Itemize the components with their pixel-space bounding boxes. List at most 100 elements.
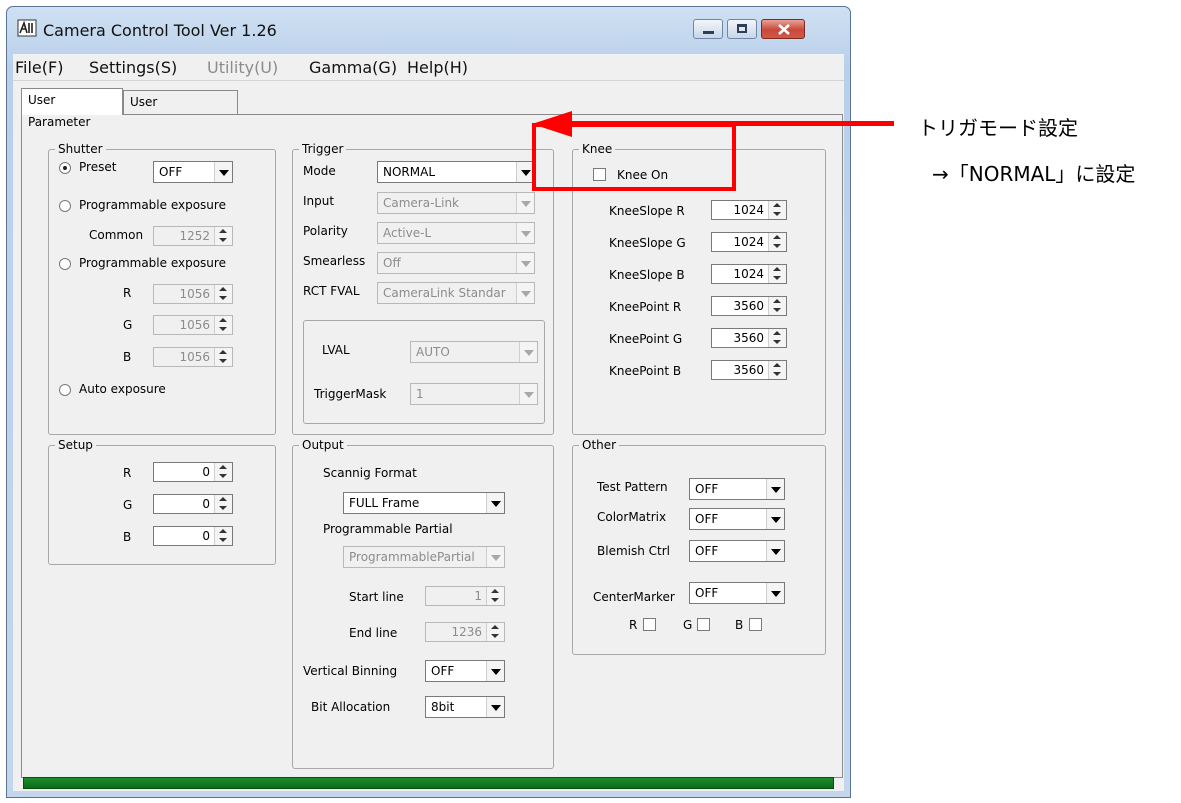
trigger-mode-select[interactable]: NORMAL <box>377 161 535 183</box>
trigger-input-select[interactable]: Camera-Link <box>377 192 535 214</box>
setup-title: Setup <box>55 438 96 452</box>
marker-r-checkbox[interactable] <box>643 618 656 631</box>
lval-label: LVAL <box>322 343 350 357</box>
spinner-arrows-icon <box>768 361 786 379</box>
auto-exposure-label: Auto exposure <box>79 382 166 396</box>
knee-slope-g-spinner[interactable]: 1024 <box>711 232 787 252</box>
test-pattern-value: OFF <box>695 482 719 496</box>
knee-point-g-spinner[interactable]: 3560 <box>711 328 787 348</box>
menu-file[interactable]: File(F) <box>15 58 63 77</box>
maximize-button[interactable] <box>727 19 757 39</box>
spinner-arrows-icon <box>768 233 786 251</box>
smearless-select[interactable]: Off <box>377 252 535 274</box>
chevron-down-icon <box>766 541 784 561</box>
trigger-title: Trigger <box>299 142 347 156</box>
menu-help[interactable]: Help(H) <box>407 58 468 77</box>
knee-slope-b-spinner[interactable]: 1024 <box>711 264 787 284</box>
color-matrix-select[interactable]: OFF <box>689 508 785 530</box>
programmable-exposure-rgb-label: Programmable exposure <box>79 256 226 270</box>
chevron-down-icon <box>486 697 504 717</box>
spinner-arrows-icon <box>214 463 232 481</box>
blemish-ctrl-select[interactable]: OFF <box>689 540 785 562</box>
setup-r-spinner[interactable]: 0 <box>153 462 233 482</box>
common-spinner[interactable]: 1252 <box>153 226 233 246</box>
scan-format-label: Scannig Format <box>323 466 417 480</box>
tab-user-parameter2[interactable]: User Parameter2 <box>123 90 238 131</box>
knee-point-b-spinner[interactable]: 3560 <box>711 360 787 380</box>
spinner-arrows-icon <box>214 495 232 513</box>
input-label: Input <box>303 194 335 208</box>
knee-point-r-spinner[interactable]: 3560 <box>711 296 787 316</box>
marker-g-label: G <box>683 618 693 632</box>
shutter-g-label: G <box>123 318 133 332</box>
marker-b-checkbox[interactable] <box>749 618 762 631</box>
knee-slope-r-spinner[interactable]: 1024 <box>711 200 787 220</box>
programmable-exposure-rgb-radio[interactable] <box>59 258 71 270</box>
auto-exposure-radio[interactable] <box>59 384 71 396</box>
window-title: Camera Control Tool Ver 1.26 <box>43 21 277 40</box>
center-marker-select[interactable]: OFF <box>689 582 785 604</box>
start-line-spinner[interactable]: 1 <box>425 586 505 606</box>
rct-fval-select[interactable]: CameraLink Standar <box>377 282 535 304</box>
close-icon <box>778 24 790 35</box>
preset-select-value: OFF <box>159 165 183 179</box>
marker-g-checkbox[interactable] <box>697 618 710 631</box>
knee-slope-r-label: KneeSlope R <box>609 204 685 218</box>
knee-slope-g-label: KneeSlope G <box>609 236 686 250</box>
spinner-arrows-icon <box>214 316 232 334</box>
trigger-group: Trigger Mode NORMAL Input Camera-Link Po… <box>292 142 554 435</box>
test-pattern-label: Test Pattern <box>597 480 668 494</box>
lval-value: AUTO <box>416 345 450 359</box>
scan-format-select[interactable]: FULL Frame <box>343 492 505 514</box>
vertical-binning-select[interactable]: OFF <box>425 660 505 682</box>
vertical-binning-label: Vertical Binning <box>303 664 398 678</box>
shutter-r-spinner[interactable]: 1056 <box>153 284 233 304</box>
programmable-exposure-radio[interactable] <box>59 200 71 212</box>
bit-allocation-label: Bit Allocation <box>311 700 391 714</box>
trigger-polarity-select[interactable]: Active-L <box>377 222 535 244</box>
chevron-down-icon <box>519 342 537 362</box>
knee-point-g-label: KneePoint G <box>609 332 683 346</box>
programmable-partial-select[interactable]: ProgrammablePartial <box>343 546 505 568</box>
end-line-spinner[interactable]: 1236 <box>425 622 505 642</box>
mode-label: Mode <box>303 164 336 178</box>
lval-subgroup: LVAL AUTO TriggerMask 1 <box>303 320 545 424</box>
setup-b-spinner[interactable]: 0 <box>153 526 233 546</box>
title-bar[interactable]: Camera Control Tool Ver 1.26 <box>7 7 850 53</box>
shutter-b-label: B <box>123 350 132 364</box>
output-group: Output Scannig Format FULL Frame Program… <box>292 438 554 769</box>
spinner-arrows-icon <box>214 285 232 303</box>
trigger-mask-select[interactable]: 1 <box>410 383 538 405</box>
other-title: Other <box>579 438 620 452</box>
preset-radio[interactable] <box>59 162 71 174</box>
preset-label: Preset <box>79 160 117 174</box>
tab-panel: Shutter Preset OFF Programmable exposure… <box>21 114 843 778</box>
menu-utility[interactable]: Utility(U) <box>207 58 278 77</box>
chevron-down-icon <box>214 162 232 182</box>
setup-b-value: 0 <box>202 529 210 543</box>
close-button[interactable] <box>761 19 805 39</box>
blemish-ctrl-label: Blemish Ctrl <box>597 544 670 558</box>
menu-gamma[interactable]: Gamma(G) <box>309 58 397 77</box>
bit-allocation-select[interactable]: 8bit <box>425 696 505 718</box>
center-marker-value: OFF <box>695 586 719 600</box>
app-logo-icon <box>17 19 37 37</box>
marker-r-label: R <box>629 618 638 632</box>
knee-point-g-value: 3560 <box>733 331 764 345</box>
knee-slope-g-value: 1024 <box>733 235 764 249</box>
setup-g-value: 0 <box>202 497 210 511</box>
shutter-g-spinner[interactable]: 1056 <box>153 315 233 335</box>
end-line-value: 1236 <box>451 625 482 639</box>
menu-settings[interactable]: Settings(S) <box>89 58 177 77</box>
minimize-button[interactable] <box>693 19 723 39</box>
trigger-polarity-value: Active-L <box>383 226 432 240</box>
setup-g-spinner[interactable]: 0 <box>153 494 233 514</box>
trigger-mask-value: 1 <box>416 387 424 401</box>
shutter-b-spinner[interactable]: 1056 <box>153 347 233 367</box>
lval-select[interactable]: AUTO <box>410 341 538 363</box>
minimize-icon <box>703 31 714 34</box>
test-pattern-select[interactable]: OFF <box>689 478 785 500</box>
tab-user-parameter[interactable]: User Parameter <box>21 88 123 129</box>
preset-select[interactable]: OFF <box>153 161 233 183</box>
programmable-partial-value: ProgrammablePartial <box>349 550 475 564</box>
